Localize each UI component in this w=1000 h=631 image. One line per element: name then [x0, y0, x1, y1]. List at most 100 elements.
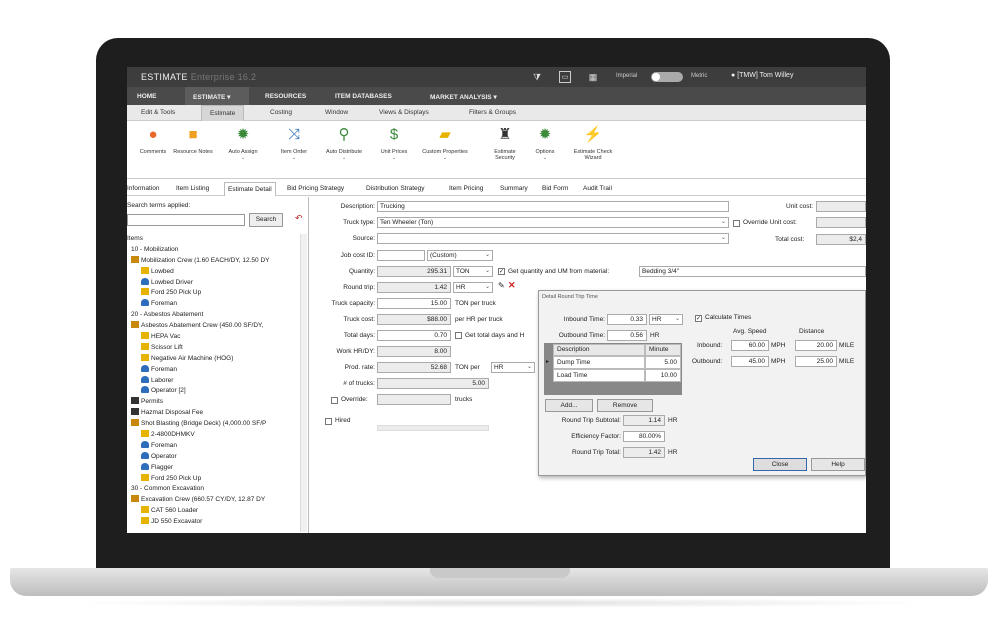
edit-pencil-icon[interactable]: ✎ — [498, 281, 505, 290]
unit-prices-button[interactable]: $Unit Prices⌄ — [374, 125, 414, 161]
grid-cell-minute[interactable]: 10.00 — [645, 369, 681, 382]
override-field[interactable] — [377, 394, 451, 405]
clear-x-icon[interactable]: ✕ — [508, 280, 516, 291]
comments-button[interactable]: ●Comments — [133, 125, 173, 155]
inbound-time-unit-select[interactable]: HR⌄ — [649, 314, 683, 325]
job-cost-field[interactable] — [377, 250, 425, 261]
tree-item[interactable]: Lowbed — [127, 267, 307, 278]
tree-item[interactable]: JD 550 Excavator — [127, 517, 307, 528]
tree-item[interactable]: Lowbed Driver — [127, 278, 307, 289]
tab-window[interactable]: Window — [325, 109, 348, 116]
grid-header-minute[interactable]: Minute — [645, 344, 681, 356]
tree-item[interactable]: Scissor Lift — [127, 343, 307, 354]
tree-item[interactable]: 2-4800DHMKV — [127, 430, 307, 441]
item-order-button[interactable]: ⤨Item Order⌄ — [274, 125, 314, 161]
tree-item[interactable]: 30 - Common Excavation — [127, 484, 307, 495]
inbound-speed-field[interactable]: 60.00 — [731, 340, 769, 351]
tree-item[interactable]: Operator — [127, 452, 307, 463]
outbound-speed-field[interactable]: 45.00 — [731, 356, 769, 367]
menu-item-databases[interactable]: ITEM DATABASES — [335, 93, 392, 100]
source-select[interactable]: ⌄ — [377, 233, 729, 244]
tree-item[interactable]: HEPA Vac — [127, 332, 307, 343]
grid-cell-description[interactable]: Load Time — [553, 369, 645, 382]
undo-icon[interactable]: ↶ — [295, 213, 303, 224]
tab-item-pricing[interactable]: Item Pricing — [449, 185, 483, 192]
tree-item[interactable]: Hazmat Disposal Fee — [127, 408, 307, 419]
tree-scrollbar[interactable] — [300, 234, 307, 532]
tab-item-listing[interactable]: Item Listing — [176, 185, 209, 192]
unit-cost-field[interactable] — [816, 201, 866, 212]
options-button[interactable]: ✹Options⌄ — [525, 125, 565, 161]
tab-views-displays[interactable]: Views & Displays — [379, 109, 429, 116]
tree-item[interactable]: 10 - Mobilization — [127, 245, 307, 256]
truck-type-select[interactable]: Ten Wheeler (Ton)⌄ — [377, 217, 729, 228]
tab-distribution-strategy[interactable]: Distribution Strategy — [366, 185, 425, 192]
calculate-times-checkbox[interactable]: ✓ — [695, 315, 702, 322]
tree-item[interactable]: Excavation Crew (660.57 CY/DY, 12.87 DY — [127, 495, 307, 506]
truck-cost-field[interactable]: $88.00 — [377, 314, 451, 325]
grid-cell-description[interactable]: Dump Time — [553, 356, 645, 369]
tab-costing[interactable]: Costing — [270, 109, 292, 116]
tree-item[interactable]: 20 - Asbestos Abatement — [127, 310, 307, 321]
tree-item[interactable]: Permits — [127, 397, 307, 408]
resource-notes-button[interactable]: ■Resource Notes — [173, 125, 213, 155]
filter-icon[interactable]: ⧩ — [531, 71, 543, 83]
job-cost-select[interactable]: (Custom)⌄ — [427, 250, 493, 261]
remove-button[interactable]: Remove — [597, 399, 653, 412]
tab-estimate[interactable]: Estimate — [201, 105, 244, 121]
override-unit-cost-checkbox[interactable] — [733, 220, 740, 227]
grid-header-description[interactable]: Description — [553, 344, 645, 356]
units-toggle[interactable] — [651, 72, 683, 82]
inbound-time-field[interactable]: 0.33 — [607, 314, 647, 325]
truck-capacity-field[interactable]: 15.00 — [377, 298, 451, 309]
round-trip-total-field[interactable]: 1.42 — [623, 447, 665, 458]
quantity-unit-select[interactable]: TON⌄ — [453, 266, 493, 277]
tab-estimate-detail[interactable]: Estimate Detail — [224, 182, 276, 196]
round-trip-field[interactable]: 1.42 — [377, 282, 451, 293]
tab-summary[interactable]: Summary — [500, 185, 528, 192]
hired-checkbox[interactable] — [325, 418, 332, 425]
quantity-field[interactable]: 295.31 — [377, 266, 451, 277]
work-hr-field[interactable]: 8.00 — [377, 346, 451, 357]
tab-bid-pricing-strategy[interactable]: Bid Pricing Strategy — [287, 185, 344, 192]
auto-distribute-button[interactable]: ⚲Auto Distribute⌄ — [324, 125, 364, 161]
menu-home[interactable]: HOME — [137, 93, 157, 100]
subtotal-field[interactable]: 1.14 — [623, 415, 665, 426]
round-trip-unit-select[interactable]: HR⌄ — [453, 282, 493, 293]
hired-field[interactable] — [377, 425, 489, 431]
window-icon[interactable]: ▭ — [559, 71, 571, 83]
close-button[interactable]: Close — [753, 458, 807, 471]
tree-item[interactable]: Operator [2] — [127, 386, 307, 397]
tab-audit-trail[interactable]: Audit Trail — [583, 185, 612, 192]
description-field[interactable]: Trucking — [377, 201, 729, 212]
search-button[interactable]: Search — [249, 213, 283, 227]
menu-resources[interactable]: RESOURCES — [265, 93, 306, 100]
tab-edit-tools[interactable]: Edit & Tools — [141, 109, 175, 116]
override-unit-cost-field[interactable] — [816, 217, 866, 228]
tree-item[interactable]: CAT 560 Loader — [127, 506, 307, 517]
search-input[interactable] — [127, 214, 245, 226]
tree-item[interactable]: Ford 250 Pick Up — [127, 474, 307, 485]
help-button[interactable]: Help — [811, 458, 865, 471]
grid-cell-minute[interactable]: 5.00 — [645, 356, 681, 369]
prod-rate-field[interactable]: 52.68 — [377, 362, 451, 373]
estimate-check-wizard-button[interactable]: ⚡Estimate Check Wizard — [569, 125, 617, 161]
user-menu[interactable]: ● [TMW] Tom Willey — [731, 72, 793, 79]
tree-item[interactable]: Shot Blasting (Bridge Deck) (4,000.00 SF… — [127, 419, 307, 430]
add-button[interactable]: Add... — [545, 399, 593, 412]
tree-item[interactable]: Ford 250 Pick Up — [127, 288, 307, 299]
tab-filters-groups[interactable]: Filters & Groups — [469, 109, 516, 116]
estimate-security-button[interactable]: ♜Estimate Security — [485, 125, 525, 161]
get-total-days-checkbox[interactable] — [455, 332, 462, 339]
inbound-distance-field[interactable]: 20.00 — [795, 340, 837, 351]
tree-item[interactable]: Flagger — [127, 463, 307, 474]
override-checkbox[interactable] — [331, 397, 338, 404]
prod-rate-per-select[interactable]: HR⌄ — [491, 362, 535, 373]
tree-item[interactable]: Foreman — [127, 441, 307, 452]
auto-assign-button[interactable]: ✹Auto Assign⌄ — [223, 125, 263, 161]
menu-market-analysis[interactable]: MARKET ANALYSIS ▾ — [430, 93, 497, 101]
get-quantity-checkbox[interactable]: ✓ — [498, 268, 505, 275]
total-days-field[interactable]: 0.70 — [377, 330, 451, 341]
total-cost-field[interactable]: $2,4 — [816, 234, 866, 245]
outbound-distance-field[interactable]: 25.00 — [795, 356, 837, 367]
